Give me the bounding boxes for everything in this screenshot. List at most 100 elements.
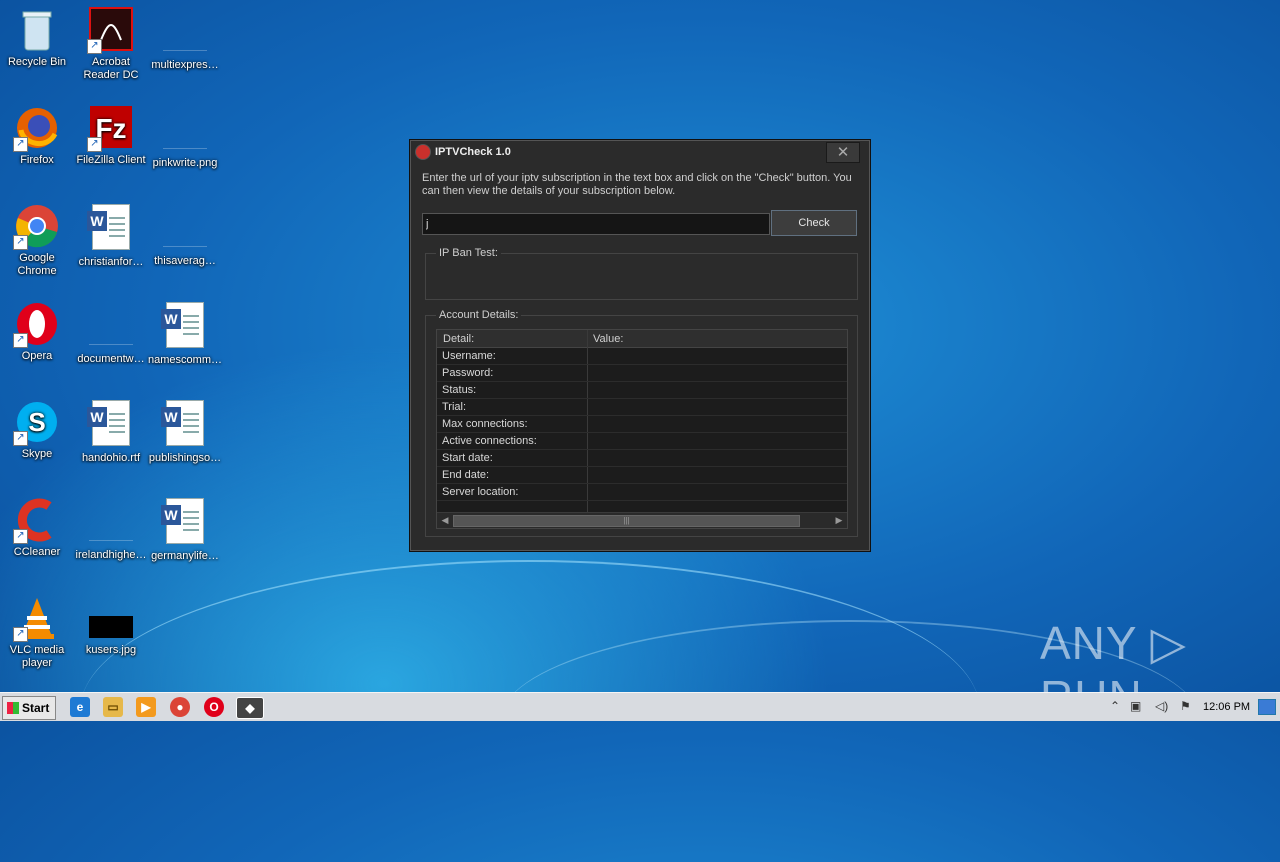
desktop-icon-label: christianfor…: [78, 256, 144, 268]
desktop-icon-skype[interactable]: S ↗ Skype: [0, 398, 74, 461]
scroll-right-icon[interactable]: ▶: [832, 514, 846, 526]
shortcut-arrow-icon: ↗: [87, 39, 102, 54]
window-titlebar[interactable]: IPTVCheck 1.0 ✕: [410, 140, 870, 164]
scrollbar-thumb[interactable]: |||: [453, 515, 800, 527]
desktop-icon-label: Firefox: [20, 154, 54, 166]
horizontal-scrollbar[interactable]: ◀ ||| ▶: [437, 512, 847, 528]
desktop-icon-firefox[interactable]: ↗ Firefox: [0, 104, 74, 167]
row-label: Password:: [442, 367, 494, 379]
scroll-left-icon[interactable]: ◀: [438, 514, 452, 526]
desktop-icon-thisaverag[interactable]: thisaverag…: [148, 202, 222, 268]
file-icon: [163, 108, 207, 149]
opera-icon: ↗: [13, 300, 61, 348]
clock[interactable]: 12:06 PM: [1203, 701, 1250, 713]
desktop-icon-documentw[interactable]: documentw…: [74, 300, 148, 366]
start-button[interactable]: Start: [2, 696, 56, 720]
word-doc-icon: W: [161, 498, 204, 544]
show-desktop-icon[interactable]: [1258, 699, 1276, 715]
desktop-icon-label: publishingso…: [148, 452, 222, 464]
chrome-taskbar-icon[interactable]: ●: [170, 697, 190, 717]
network-icon[interactable]: ▣: [1130, 699, 1141, 713]
desktop-icon-filezilla[interactable]: Fz ↗ FileZilla Client: [74, 104, 148, 167]
desktop-icon-label: documentw…: [77, 353, 145, 365]
column-header-value[interactable]: Value:: [593, 333, 623, 345]
row-label: Trial:: [442, 401, 467, 413]
shortcut-arrow-icon: ↗: [13, 137, 28, 152]
table-row[interactable]: Start date:: [437, 450, 847, 467]
ccleaner-icon: ↗: [13, 496, 61, 544]
desktop-icon-kusers[interactable]: kusers.jpg: [74, 594, 148, 657]
filezilla-icon: Fz ↗: [87, 104, 135, 152]
column-header-detail[interactable]: Detail:: [443, 333, 474, 345]
table-row[interactable]: Status:: [437, 382, 847, 399]
window-title: IPTVCheck 1.0: [435, 146, 511, 158]
ie-taskbar-icon[interactable]: e: [70, 697, 90, 717]
opera-taskbar-icon[interactable]: O: [204, 697, 224, 717]
desktop-icon-ccleaner[interactable]: ↗ CCleaner: [0, 496, 74, 559]
recycle-bin-icon: [13, 6, 61, 54]
url-input[interactable]: [422, 213, 770, 235]
show-hidden-icons-icon[interactable]: ⌃: [1110, 699, 1120, 713]
shortcut-arrow-icon: ↗: [13, 235, 28, 250]
row-label: End date:: [442, 469, 490, 481]
start-label: Start: [22, 701, 50, 715]
table-row[interactable]: Active connections:: [437, 433, 847, 450]
desktop-icon-label: handohio.rtf: [81, 452, 141, 464]
desktop-icon-label: CCleaner: [13, 546, 61, 558]
shortcut-arrow-icon: ↗: [13, 333, 28, 348]
table-row[interactable]: Server location:: [437, 484, 847, 501]
desktop-icon-label: thisaverag…: [154, 255, 216, 267]
image-icon: [87, 594, 135, 642]
desktop-icon-chrome[interactable]: ↗ Google Chrome: [0, 202, 74, 278]
iptvcheck-taskbar-icon[interactable]: ◆: [236, 697, 264, 719]
desktop-icon-vlc[interactable]: ↗ VLC media player: [0, 594, 74, 670]
account-details-label: Account Details:: [436, 309, 522, 321]
shortcut-arrow-icon: ↗: [13, 431, 28, 446]
desktop-icon-label: pinkwrite.png: [152, 157, 218, 169]
desktop-icon-label: Google Chrome: [17, 252, 57, 277]
desktop-icon-acrobat[interactable]: ↗ Acrobat Reader DC: [74, 6, 148, 82]
desktop-icon-label: Recycle Bin: [7, 56, 67, 68]
row-label: Max connections:: [442, 418, 528, 430]
desktop-icon-opera[interactable]: ↗ Opera: [0, 300, 74, 363]
word-doc-icon: W: [161, 302, 204, 348]
desktop-icon-namescomm[interactable]: W namescomm…: [148, 300, 222, 367]
explorer-taskbar-icon[interactable]: ▭: [103, 697, 123, 717]
table-row[interactable]: Username:: [437, 348, 847, 365]
windows-logo-icon: [7, 702, 19, 714]
account-details-group: Account Details: Detail: Value: Username…: [425, 309, 858, 537]
word-doc-icon: W: [161, 400, 204, 446]
desktop-icon-germanylife[interactable]: W germanylife…: [148, 496, 222, 563]
volume-icon[interactable]: ◁): [1155, 699, 1168, 713]
action-center-flag-icon[interactable]: ⚑: [1180, 699, 1191, 713]
desktop-icon-handohio[interactable]: W handohio.rtf: [74, 398, 148, 465]
instructions-text: Enter the url of your iptv subscription …: [422, 172, 852, 197]
media-player-taskbar-icon[interactable]: ▶: [136, 697, 156, 717]
file-icon: [163, 10, 207, 51]
table-row[interactable]: Password:: [437, 365, 847, 382]
desktop-icon-publishingso[interactable]: W publishingso…: [148, 398, 222, 465]
word-doc-icon: W: [87, 204, 130, 250]
desktop-icon-pinkwrite[interactable]: pinkwrite.png: [148, 104, 222, 170]
row-label: Server location:: [442, 486, 519, 498]
table-header: Detail: Value:: [437, 330, 847, 348]
file-icon: [89, 500, 133, 541]
table-row[interactable]: End date:: [437, 467, 847, 484]
acrobat-icon: ↗: [87, 6, 135, 54]
account-details-table[interactable]: Detail: Value: Username: Password: Statu…: [436, 329, 848, 529]
taskbar: Start e ▭ ▶ ● O ◆ ⌃ ▣ ◁) ⚑ 12:06 PM: [0, 692, 1280, 721]
desktop-icon-christianfor[interactable]: W christianfor…: [74, 202, 148, 269]
ip-ban-test-label: IP Ban Test:: [436, 247, 501, 259]
check-button[interactable]: Check: [771, 210, 857, 236]
table-row[interactable]: Trial:: [437, 399, 847, 416]
shortcut-arrow-icon: ↗: [13, 529, 28, 544]
close-button[interactable]: ✕: [826, 142, 860, 163]
desktop-icon-irelandhighe[interactable]: irelandhighe…: [74, 496, 148, 562]
table-row[interactable]: Max connections:: [437, 416, 847, 433]
row-label: Status:: [442, 384, 477, 396]
desktop-icon-multiexpress[interactable]: multiexpres…: [148, 6, 222, 72]
desktop-icon-recycle-bin[interactable]: Recycle Bin: [0, 6, 74, 69]
ip-ban-test-group: IP Ban Test:: [425, 247, 858, 300]
desktop-icon-label: Opera: [21, 350, 53, 362]
firefox-icon: ↗: [13, 104, 61, 152]
